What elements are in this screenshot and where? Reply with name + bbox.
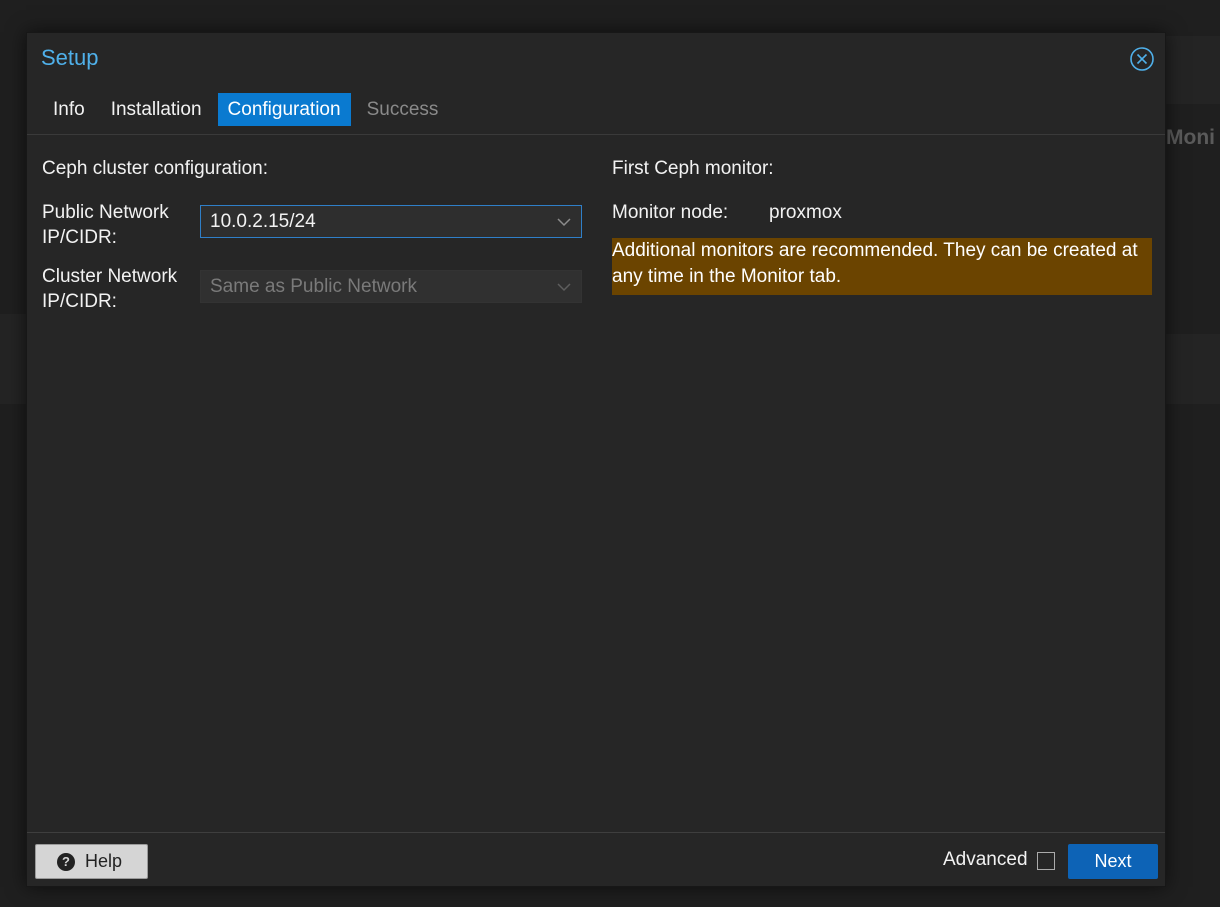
close-button[interactable] [1130,47,1154,71]
monitor-warning-line2: any time in the Monitor tab. [612,266,842,287]
tab-configuration[interactable]: Configuration [217,93,351,126]
background-panel [1164,36,1220,104]
setup-dialog: Setup Info Installation Configuration Su… [26,32,1166,887]
monitor-warning-line1: Additional monitors are recommended. The… [612,240,1138,261]
cluster-network-value: Same as Public Network [210,276,417,297]
public-network-value: 10.0.2.15/24 [210,211,316,232]
close-circle-icon [1130,47,1154,71]
public-network-combo[interactable]: 10.0.2.15/24 [200,205,582,238]
background-monitor-text: Moni [1166,126,1215,149]
footer-divider [27,832,1165,833]
background-panel [0,314,26,404]
dialog-title: Setup [41,45,99,70]
background-panel [1164,334,1220,404]
public-network-label-line2: IP/CIDR: [42,227,117,248]
question-circle-icon: ? [57,853,75,871]
wizard-tabs: Info Installation Configuration Success [43,93,454,126]
help-button[interactable]: ? Help [35,844,148,879]
cluster-network-combo[interactable]: Same as Public Network [200,270,582,303]
monitor-node-label: Monitor node: [612,202,729,223]
public-network-label-line1: Public Network [42,202,169,223]
monitor-node-value: proxmox [769,202,842,223]
advanced-checkbox[interactable] [1037,852,1055,870]
tab-installation[interactable]: Installation [101,93,212,126]
tabs-divider [27,134,1165,135]
public-network-label: Public Network IP/CIDR: [42,200,169,250]
cluster-network-label-line1: Cluster Network [42,266,178,287]
advanced-label: Advanced [943,849,1028,870]
chevron-down-icon[interactable] [557,217,571,227]
chevron-down-icon[interactable] [557,282,571,292]
tab-info[interactable]: Info [43,93,95,126]
next-button[interactable]: Next [1068,844,1158,879]
monitor-warning: Additional monitors are recommended. The… [612,238,1152,295]
tab-success: Success [366,99,439,120]
ceph-config-title: Ceph cluster configuration: [42,158,269,179]
first-monitor-title: First Ceph monitor: [612,158,774,179]
cluster-network-label-line2: IP/CIDR: [42,291,117,312]
help-button-label: Help [85,851,123,871]
cluster-network-label: Cluster Network IP/CIDR: [42,264,177,314]
